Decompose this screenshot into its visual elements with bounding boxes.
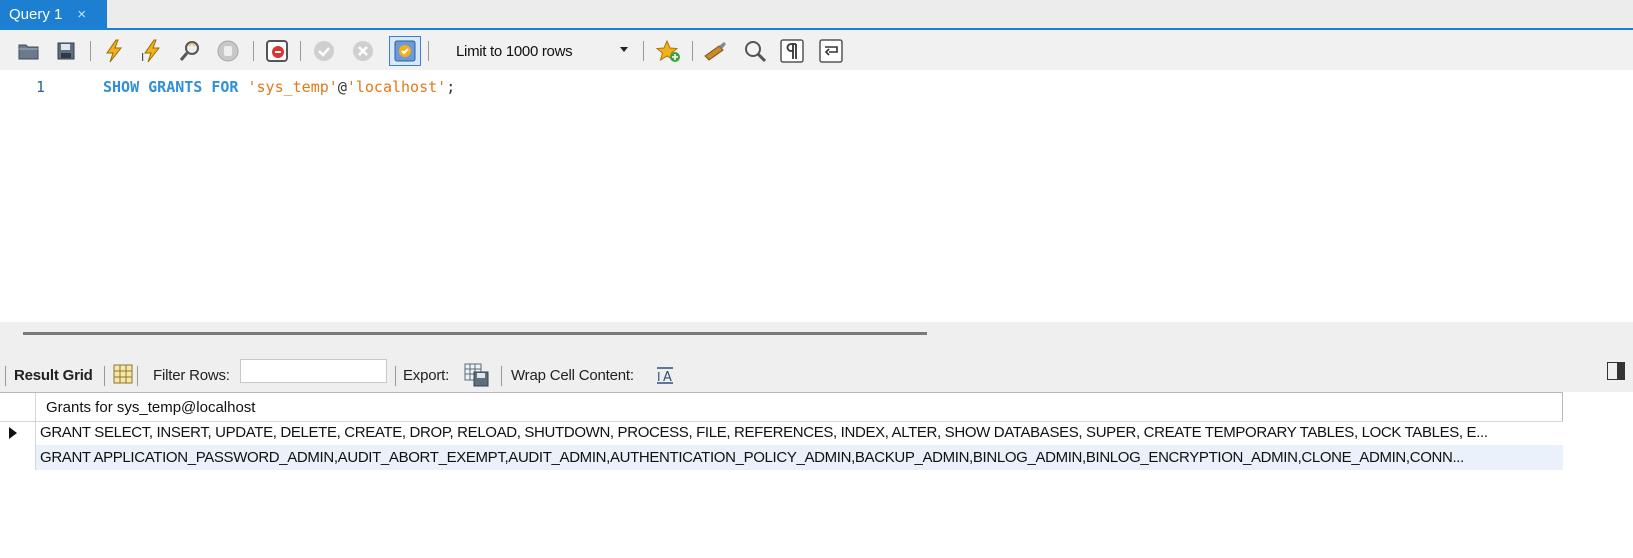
current-row-pointer-icon <box>9 427 17 439</box>
stop-icon[interactable] <box>215 38 241 64</box>
keyword-grants: GRANTS <box>148 78 203 96</box>
add-snippet-icon[interactable] <box>655 38 681 64</box>
table-row[interactable]: GRANT SELECT, INSERT, UPDATE, DELETE, CR… <box>0 420 1563 445</box>
limit-rows-value: Limit to 1000 rows <box>456 42 573 60</box>
export-label: Export: <box>403 367 450 384</box>
word-wrap-icon[interactable] <box>818 38 844 64</box>
table-row[interactable]: GRANT APPLICATION_PASSWORD_ADMIN,AUDIT_A… <box>0 445 1563 470</box>
result-grid-tab[interactable]: Result Grid <box>14 367 93 384</box>
execute-icon[interactable] <box>101 38 127 64</box>
toggle-side-panel-icon[interactable] <box>1607 362 1625 380</box>
find-icon[interactable] <box>742 38 768 64</box>
execute-current-icon[interactable]: I <box>139 38 165 64</box>
table-cell[interactable]: GRANT SELECT, INSERT, UPDATE, DELETE, CR… <box>40 424 1556 441</box>
chevron-down-icon <box>620 47 628 52</box>
toolbar-separator <box>643 41 644 61</box>
user-string: 'sys_temp' <box>247 78 338 96</box>
row-header-corner[interactable] <box>0 393 36 421</box>
editor-results-splitter[interactable] <box>0 322 1633 344</box>
row-header[interactable] <box>0 420 36 445</box>
open-file-icon[interactable] <box>16 38 42 64</box>
rollback-icon[interactable] <box>350 38 376 64</box>
tab-query-1[interactable]: Query 1 × <box>0 0 107 28</box>
save-icon[interactable] <box>53 38 79 64</box>
toolbar-separator <box>428 41 429 61</box>
close-tab-icon[interactable]: × <box>77 6 86 23</box>
svg-text:I: I <box>657 370 661 384</box>
row-header[interactable] <box>0 445 36 470</box>
table-cell[interactable]: GRANT APPLICATION_PASSWORD_ADMIN,AUDIT_A… <box>40 449 1556 466</box>
filter-rows-label: Filter Rows: <box>153 367 230 384</box>
toolbar-separator <box>104 366 105 386</box>
toolbar-separator <box>300 41 301 61</box>
wrap-cell-icon[interactable]: IA <box>655 365 675 388</box>
grid-right-edge <box>1562 393 1563 421</box>
toolbar-separator <box>501 366 502 386</box>
toggle-stop-on-error-icon[interactable] <box>264 38 290 64</box>
grid-header: Grants for sys_temp@localhost <box>0 392 1563 422</box>
sql-code-line[interactable]: SHOW GRANTS FOR 'sys_temp'@'localhost'; <box>103 78 455 96</box>
invisible-chars-icon[interactable] <box>779 38 805 64</box>
beautify-icon[interactable] <box>702 38 728 64</box>
at-sign: @ <box>337 78 347 96</box>
explain-icon[interactable] <box>177 38 203 64</box>
horizontal-scrollbar[interactable] <box>23 332 927 335</box>
sql-editor[interactable]: 1 SHOW GRANTS FOR 'sys_temp'@'localhost'… <box>0 70 1633 322</box>
export-icon[interactable] <box>464 363 490 390</box>
sql-editor-toolbar: I Limit to 1000 rows <box>0 30 1633 70</box>
wrap-cell-label: Wrap Cell Content: <box>511 367 634 384</box>
column-header-grants[interactable]: Grants for sys_temp@localhost <box>46 399 255 416</box>
autocommit-icon[interactable] <box>389 36 421 66</box>
host-string: 'localhost' <box>346 78 447 96</box>
line-number: 1 <box>36 78 46 96</box>
tab-strip: Query 1 × <box>0 0 1633 30</box>
filter-rows-input[interactable] <box>240 359 387 383</box>
toolbar-separator <box>253 41 254 61</box>
toolbar-separator <box>692 41 693 61</box>
grid-layout-icon[interactable] <box>113 364 133 387</box>
toolbar-separator <box>5 366 6 386</box>
toolbar-separator <box>395 366 396 386</box>
commit-icon[interactable] <box>311 38 337 64</box>
semicolon: ; <box>446 78 456 96</box>
svg-text:I: I <box>141 51 144 63</box>
toolbar-separator <box>90 41 91 61</box>
limit-rows-select[interactable]: Limit to 1000 rows <box>456 38 634 64</box>
result-toolbar: Result Grid Filter Rows: Export: Wrap Ce… <box>0 344 1633 392</box>
toolbar-separator <box>137 366 138 386</box>
keyword-for: FOR <box>211 78 239 96</box>
tab-title: Query 1 <box>9 5 63 23</box>
keyword-show: SHOW <box>103 78 140 96</box>
